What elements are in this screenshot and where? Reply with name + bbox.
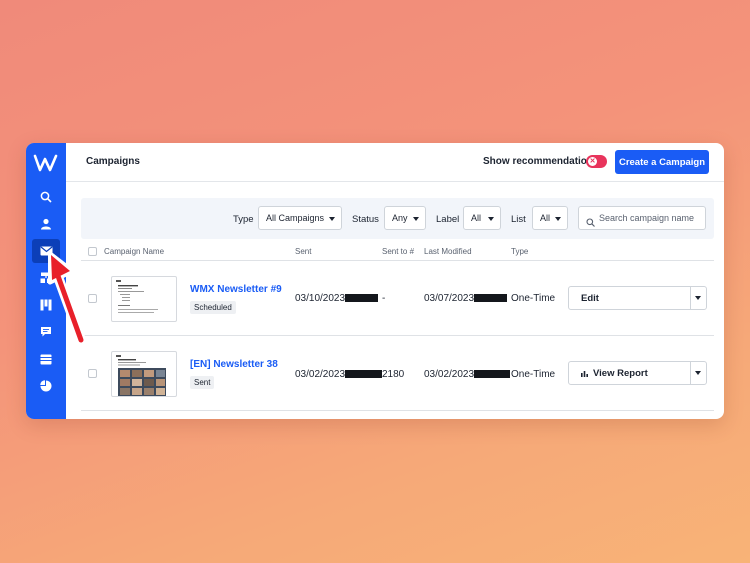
- redaction-bar: [345, 370, 383, 379]
- campaign-action-split-button: Edit: [568, 286, 707, 310]
- campaign-name-link[interactable]: [EN] Newsletter 38: [190, 359, 278, 370]
- column-header-last-modified[interactable]: Last Modified: [424, 247, 472, 256]
- logo-icon[interactable]: [33, 153, 59, 173]
- campaign-type: One-Time: [511, 293, 556, 304]
- list-filter-select[interactable]: All: [532, 206, 568, 230]
- column-header-sent[interactable]: Sent: [295, 247, 311, 256]
- create-campaign-button[interactable]: Create a Campaign: [615, 150, 709, 174]
- last-modified-date: 03/02/2023: [424, 369, 511, 380]
- chevron-down-icon: [329, 217, 335, 221]
- reports-icon[interactable]: [32, 374, 60, 398]
- app-window: Campaigns Show recommendations ✕ Create …: [26, 143, 724, 419]
- row-checkbox[interactable]: [88, 294, 97, 303]
- search-icon[interactable]: [32, 185, 60, 209]
- type-filter-label: Type: [233, 214, 254, 225]
- show-recommendations-label: Show recommendations: [483, 156, 599, 167]
- label-filter-select[interactable]: All: [463, 206, 501, 230]
- campaign-type: One-Time: [511, 369, 556, 380]
- redaction-bar: [474, 370, 511, 379]
- label-filter-label: Label: [436, 214, 460, 225]
- last-modified-date: 03/07/2023: [424, 293, 508, 304]
- chevron-down-icon: [695, 371, 701, 375]
- view-report-button-label: View Report: [593, 367, 648, 379]
- status-badge: Sent: [190, 376, 215, 389]
- status-badge: Scheduled: [190, 301, 236, 314]
- divider: [81, 410, 714, 411]
- edit-button-label: Edit: [581, 292, 599, 304]
- main-content: Campaigns Show recommendations ✕ Create …: [66, 143, 724, 419]
- action-dropdown-toggle[interactable]: [690, 362, 706, 384]
- column-header-sent-to[interactable]: Sent to #: [382, 247, 414, 256]
- search-input[interactable]: [599, 210, 701, 226]
- campaign-action-split-button: View Report: [568, 361, 707, 385]
- status-filter-value: Any: [392, 213, 408, 223]
- toggle-off-icon: ✕: [588, 157, 597, 166]
- campaign-thumbnail[interactable]: [111, 276, 177, 322]
- redaction-bar: [345, 294, 379, 303]
- page-title: Campaigns: [86, 156, 140, 167]
- edit-button[interactable]: Edit: [569, 287, 690, 309]
- list-filter-label: List: [511, 214, 526, 225]
- page-header: Campaigns Show recommendations ✕ Create …: [66, 143, 724, 182]
- annotation-arrow-icon: [48, 252, 86, 344]
- campaign-search[interactable]: [578, 206, 706, 230]
- divider: [81, 260, 714, 261]
- view-report-button[interactable]: View Report: [569, 362, 690, 384]
- chevron-down-icon: [413, 217, 419, 221]
- search-icon: [586, 214, 595, 232]
- divider: [81, 335, 714, 336]
- bar-chart-icon: [581, 370, 588, 377]
- select-all-checkbox[interactable]: [88, 247, 97, 256]
- website-icon[interactable]: [32, 347, 60, 371]
- sent-to-count: 2180: [382, 369, 405, 380]
- chevron-down-icon: [695, 296, 701, 300]
- column-header-name[interactable]: Campaign Name: [104, 247, 164, 256]
- sent-date: 03/10/2023: [295, 293, 379, 304]
- sent-to-count: -: [382, 293, 386, 304]
- campaign-name-link[interactable]: WMX Newsletter #9: [190, 284, 282, 295]
- chevron-down-icon: [488, 217, 494, 221]
- status-filter-label: Status: [352, 214, 379, 225]
- row-checkbox[interactable]: [88, 369, 97, 378]
- campaign-thumbnail[interactable]: [111, 351, 177, 397]
- type-filter-select[interactable]: All Campaigns: [258, 206, 342, 230]
- redaction-bar: [474, 294, 508, 303]
- sent-date: 03/02/2023: [295, 369, 383, 380]
- show-recommendations-toggle[interactable]: ✕: [586, 155, 607, 168]
- status-filter-select[interactable]: Any: [384, 206, 426, 230]
- type-filter-value: All Campaigns: [266, 213, 325, 223]
- list-filter-value: All: [540, 213, 551, 223]
- contacts-icon[interactable]: [32, 212, 60, 236]
- action-dropdown-toggle[interactable]: [690, 287, 706, 309]
- label-filter-value: All: [471, 213, 482, 223]
- chevron-down-icon: [555, 217, 561, 221]
- filter-bar: Type All Campaigns Status Any Label All …: [81, 198, 714, 239]
- column-header-type[interactable]: Type: [511, 247, 528, 256]
